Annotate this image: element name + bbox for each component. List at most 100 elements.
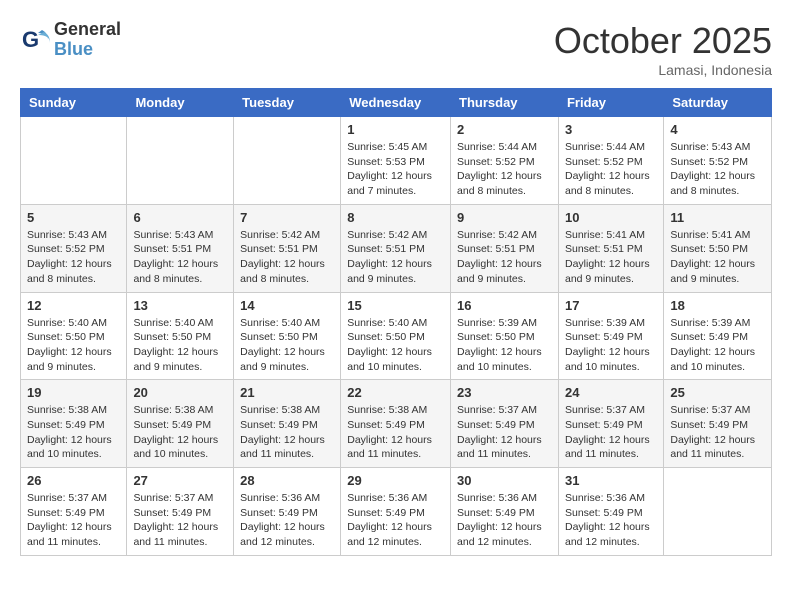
day-info: Sunrise: 5:37 AM Sunset: 5:49 PM Dayligh… — [565, 403, 657, 462]
weekday-header-saturday: Saturday — [664, 89, 772, 117]
weekday-header-friday: Friday — [558, 89, 663, 117]
day-info: Sunrise: 5:39 AM Sunset: 5:50 PM Dayligh… — [457, 316, 552, 375]
calendar-cell: 10 Sunrise: 5:41 AM Sunset: 5:51 PM Dayli… — [558, 204, 663, 292]
day-number: 20 — [133, 385, 227, 400]
calendar-cell: 13Sunrise: 5:40 AM Sunset: 5:50 PM Dayli… — [127, 292, 234, 380]
calendar-cell — [127, 117, 234, 205]
day-info: Sunrise: 5:37 AM Sunset: 5:49 PM Dayligh… — [133, 491, 227, 550]
title-area: October 2025 Lamasi, Indonesia — [554, 20, 772, 78]
calendar-cell: 8 Sunrise: 5:42 AM Sunset: 5:51 PM Daylig… — [341, 204, 451, 292]
calendar-cell: 5Sunrise: 5:43 AM Sunset: 5:52 PM Daylig… — [21, 204, 127, 292]
day-info: Sunrise: 5:44 AM Sunset: 5:52 PM Dayligh… — [565, 140, 657, 199]
calendar-cell — [664, 468, 772, 556]
day-number: 13 — [133, 298, 227, 313]
calendar-cell: 2Sunrise: 5:44 AM Sunset: 5:52 PM Daylig… — [451, 117, 559, 205]
logo-text: General Blue — [54, 20, 121, 60]
day-info: Sunrise: 5:38 AM Sunset: 5:49 PM Dayligh… — [240, 403, 334, 462]
calendar-cell: 27 Sunrise: 5:37 AM Sunset: 5:49 PM Dayli… — [127, 468, 234, 556]
logo: G General Blue — [20, 20, 121, 60]
day-number: 3 — [565, 122, 657, 137]
calendar-cell: 9 Sunrise: 5:42 AM Sunset: 5:51 PM Daylig… — [451, 204, 559, 292]
calendar-cell: 7 Sunrise: 5:42 AM Sunset: 5:51 PM Daylig… — [234, 204, 341, 292]
calendar-cell: 30 Sunrise: 5:36 AM Sunset: 5:49 PM Dayli… — [451, 468, 559, 556]
day-info: Sunrise: 5:40 AM Sunset: 5:50 PM Dayligh… — [347, 316, 444, 375]
day-info: Sunrise: 5:37 AM Sunset: 5:49 PM Dayligh… — [670, 403, 765, 462]
day-number: 16 — [457, 298, 552, 313]
calendar-cell: 23 Sunrise: 5:37 AM Sunset: 5:49 PM Dayli… — [451, 380, 559, 468]
day-info: Sunrise: 5:37 AM Sunset: 5:49 PM Dayligh… — [27, 491, 120, 550]
calendar-cell: 29Sunrise: 5:36 AM Sunset: 5:49 PM Dayli… — [341, 468, 451, 556]
weekday-header-sunday: Sunday — [21, 89, 127, 117]
day-number: 31 — [565, 473, 657, 488]
weekday-header-monday: Monday — [127, 89, 234, 117]
day-number: 12 — [27, 298, 120, 313]
calendar-cell: 19 Sunrise: 5:38 AM Sunset: 5:49 PM Dayli… — [21, 380, 127, 468]
weekday-header-wednesday: Wednesday — [341, 89, 451, 117]
day-info: Sunrise: 5:43 AM Sunset: 5:52 PM Dayligh… — [27, 228, 120, 287]
calendar-cell: 11 Sunrise: 5:41 AM Sunset: 5:50 PM Dayli… — [664, 204, 772, 292]
day-number: 18 — [670, 298, 765, 313]
calendar-cell — [21, 117, 127, 205]
day-number: 28 — [240, 473, 334, 488]
day-info: Sunrise: 5:36 AM Sunset: 5:49 PM Dayligh… — [457, 491, 552, 550]
day-number: 7 — [240, 210, 334, 225]
day-number: 22 — [347, 385, 444, 400]
calendar-cell: 31 Sunrise: 5:36 AM Sunset: 5:49 PM Dayli… — [558, 468, 663, 556]
day-info: Sunrise: 5:42 AM Sunset: 5:51 PM Dayligh… — [457, 228, 552, 287]
day-info: Sunrise: 5:40 AM Sunset: 5:50 PM Dayligh… — [27, 316, 120, 375]
day-number: 27 — [133, 473, 227, 488]
day-info: Sunrise: 5:42 AM Sunset: 5:51 PM Dayligh… — [347, 228, 444, 287]
page-header: G General Blue October 2025 Lamasi, Indo… — [20, 20, 772, 78]
day-number: 6 — [133, 210, 227, 225]
day-number: 26 — [27, 473, 120, 488]
day-number: 19 — [27, 385, 120, 400]
calendar-cell: 15 Sunrise: 5:40 AM Sunset: 5:50 PM Dayli… — [341, 292, 451, 380]
calendar-cell: 12 Sunrise: 5:40 AM Sunset: 5:50 PM Dayli… — [21, 292, 127, 380]
day-number: 23 — [457, 385, 552, 400]
day-number: 10 — [565, 210, 657, 225]
weekday-header-tuesday: Tuesday — [234, 89, 341, 117]
day-info: Sunrise: 5:45 AM Sunset: 5:53 PM Dayligh… — [347, 140, 444, 199]
location: Lamasi, Indonesia — [554, 62, 772, 78]
day-info: Sunrise: 5:41 AM Sunset: 5:50 PM Dayligh… — [670, 228, 765, 287]
day-info: Sunrise: 5:43 AM Sunset: 5:52 PM Dayligh… — [670, 140, 765, 199]
month-title: October 2025 — [554, 20, 772, 62]
day-number: 9 — [457, 210, 552, 225]
calendar-cell: 1 Sunrise: 5:45 AM Sunset: 5:53 PM Daylig… — [341, 117, 451, 205]
week-row-4: 26 Sunrise: 5:37 AM Sunset: 5:49 PM Dayli… — [21, 468, 772, 556]
calendar-cell: 20 Sunrise: 5:38 AM Sunset: 5:49 PM Dayli… — [127, 380, 234, 468]
day-number: 17 — [565, 298, 657, 313]
calendar-cell: 25Sunrise: 5:37 AM Sunset: 5:49 PM Dayli… — [664, 380, 772, 468]
day-number: 11 — [670, 210, 765, 225]
day-number: 8 — [347, 210, 444, 225]
calendar-cell: 16 Sunrise: 5:39 AM Sunset: 5:50 PM Dayli… — [451, 292, 559, 380]
day-info: Sunrise: 5:36 AM Sunset: 5:49 PM Dayligh… — [565, 491, 657, 550]
day-number: 4 — [670, 122, 765, 137]
calendar-cell: 26 Sunrise: 5:37 AM Sunset: 5:49 PM Dayli… — [21, 468, 127, 556]
calendar-cell — [234, 117, 341, 205]
calendar-cell: 14Sunrise: 5:40 AM Sunset: 5:50 PM Dayli… — [234, 292, 341, 380]
day-info: Sunrise: 5:42 AM Sunset: 5:51 PM Dayligh… — [240, 228, 334, 287]
day-info: Sunrise: 5:38 AM Sunset: 5:49 PM Dayligh… — [133, 403, 227, 462]
calendar-cell: 17Sunrise: 5:39 AM Sunset: 5:49 PM Dayli… — [558, 292, 663, 380]
day-info: Sunrise: 5:37 AM Sunset: 5:49 PM Dayligh… — [457, 403, 552, 462]
day-info: Sunrise: 5:40 AM Sunset: 5:50 PM Dayligh… — [240, 316, 334, 375]
day-number: 29 — [347, 473, 444, 488]
day-number: 1 — [347, 122, 444, 137]
week-row-3: 19 Sunrise: 5:38 AM Sunset: 5:49 PM Dayli… — [21, 380, 772, 468]
calendar-cell: 28Sunrise: 5:36 AM Sunset: 5:49 PM Dayli… — [234, 468, 341, 556]
day-info: Sunrise: 5:43 AM Sunset: 5:51 PM Dayligh… — [133, 228, 227, 287]
day-info: Sunrise: 5:38 AM Sunset: 5:49 PM Dayligh… — [27, 403, 120, 462]
week-row-1: 5Sunrise: 5:43 AM Sunset: 5:52 PM Daylig… — [21, 204, 772, 292]
calendar-cell: 3 Sunrise: 5:44 AM Sunset: 5:52 PM Daylig… — [558, 117, 663, 205]
svg-text:G: G — [22, 27, 39, 52]
day-number: 15 — [347, 298, 444, 313]
day-number: 21 — [240, 385, 334, 400]
calendar-cell: 18Sunrise: 5:39 AM Sunset: 5:49 PM Dayli… — [664, 292, 772, 380]
day-number: 24 — [565, 385, 657, 400]
day-info: Sunrise: 5:41 AM Sunset: 5:51 PM Dayligh… — [565, 228, 657, 287]
calendar-cell: 24 Sunrise: 5:37 AM Sunset: 5:49 PM Dayli… — [558, 380, 663, 468]
day-number: 30 — [457, 473, 552, 488]
weekday-header-row: SundayMondayTuesdayWednesdayThursdayFrid… — [21, 89, 772, 117]
logo-icon: G — [20, 25, 50, 55]
